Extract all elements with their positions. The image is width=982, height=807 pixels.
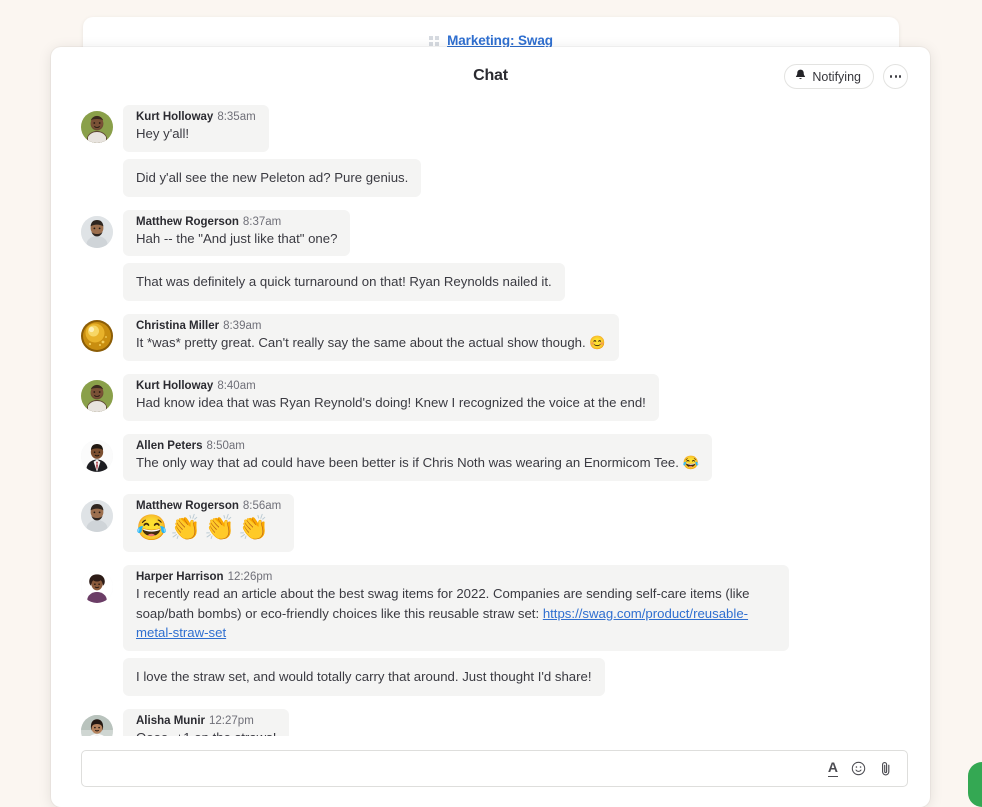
format-text-icon[interactable]: A <box>828 760 838 777</box>
more-options-button[interactable] <box>883 64 908 89</box>
message-group: Kurt Holloway 8:35amHey y'all! Did y'all s… <box>81 105 908 197</box>
message-meta: Allen Peters 8:50am <box>136 440 699 452</box>
message-bubble[interactable]: Kurt Holloway 8:40amHad know idea that wa… <box>123 374 659 421</box>
message-meta: Alisha Munir 12:27pm <box>136 715 276 727</box>
message-meta: Christina Miller 8:39am <box>136 320 606 332</box>
message-group: Matthew Rogerson 8:37amHah -- the "And ju… <box>81 210 908 302</box>
message-text: Oooo. +1 on the straws! <box>136 728 276 736</box>
message-timestamp: 8:50am <box>206 440 244 452</box>
message-text: Did y'all see the new Peleton ad? Pure g… <box>136 168 408 188</box>
message-author: Allen Peters <box>136 440 202 452</box>
message-author: Matthew Rogerson <box>136 500 239 512</box>
message-author: Christina Miller <box>136 320 219 332</box>
message-group: Kurt Holloway 8:40amHad know idea that wa… <box>81 374 908 421</box>
message-group: Harper Harrison 12:26pmI recently read an… <box>81 565 908 696</box>
message-bubbles: Alisha Munir 12:27pmOooo. +1 on the straw… <box>123 709 289 736</box>
message-text: The only way that ad could have been bet… <box>136 453 699 473</box>
message-bubbles: Christina Miller 8:39amIt *was* pretty gr… <box>123 314 619 361</box>
chat-panel: Chat Notifying Ku <box>51 47 930 807</box>
message-timestamp: 8:35am <box>217 111 255 123</box>
avatar[interactable] <box>81 320 113 352</box>
message-author: Matthew Rogerson <box>136 216 239 228</box>
attachment-icon[interactable] <box>879 761 893 777</box>
avatar[interactable] <box>81 216 113 248</box>
message-text: That was definitely a quick turnaround o… <box>136 272 552 292</box>
page-title: Chat <box>473 67 508 85</box>
ellipsis-icon <box>895 75 897 78</box>
message-text: 😂👏👏👏 <box>136 513 281 544</box>
message-text: I recently read an article about the bes… <box>136 584 776 643</box>
message-bubble[interactable]: Did y'all see the new Peleton ad? Pure g… <box>123 159 421 197</box>
ellipsis-icon <box>899 75 901 78</box>
header-actions: Notifying <box>784 64 908 89</box>
message-input[interactable] <box>82 752 828 785</box>
message-bubbles: Kurt Holloway 8:40amHad know idea that wa… <box>123 374 659 421</box>
message-bubbles: Matthew Rogerson 8:37amHah -- the "And ju… <box>123 210 565 302</box>
ellipsis-icon <box>890 75 892 78</box>
avatar[interactable] <box>81 440 113 472</box>
bell-icon <box>795 69 806 84</box>
message-author: Kurt Holloway <box>136 380 213 392</box>
message-timestamp: 8:40am <box>217 380 255 392</box>
message-group: Christina Miller 8:39amIt *was* pretty gr… <box>81 314 908 361</box>
chat-header: Chat Notifying <box>51 47 930 105</box>
message-meta: Matthew Rogerson 8:56am <box>136 500 281 512</box>
message-list[interactable]: Kurt Holloway 8:35amHey y'all! Did y'all s… <box>51 105 930 736</box>
message-text: I love the straw set, and would totally … <box>136 667 592 687</box>
message-bubbles: Harper Harrison 12:26pmI recently read an… <box>123 565 789 696</box>
green-edge-widget[interactable] <box>968 762 982 807</box>
message-meta: Kurt Holloway 8:35am <box>136 111 256 123</box>
message-bubbles: Allen Peters 8:50amThe only way that ad c… <box>123 434 712 481</box>
notifying-button-label: Notifying <box>812 70 861 84</box>
avatar[interactable] <box>81 500 113 532</box>
message-author: Alisha Munir <box>136 715 205 727</box>
avatar[interactable] <box>81 380 113 412</box>
message-text: Had know idea that was Ryan Reynold's do… <box>136 393 646 413</box>
message-timestamp: 12:26pm <box>228 571 273 583</box>
message-timestamp: 8:39am <box>223 320 261 332</box>
breadcrumb-link-marketing-swag[interactable]: Marketing: Swag <box>447 33 553 48</box>
message-bubble[interactable]: Matthew Rogerson 8:56am😂👏👏👏 <box>123 494 294 552</box>
message-meta: Harper Harrison 12:26pm <box>136 571 776 583</box>
message-timestamp: 8:37am <box>243 216 281 228</box>
grid-icon <box>429 36 440 47</box>
avatar[interactable] <box>81 111 113 143</box>
message-author: Kurt Holloway <box>136 111 213 123</box>
message-bubbles: Matthew Rogerson 8:56am😂👏👏👏 <box>123 494 294 552</box>
message-bubble[interactable]: Harper Harrison 12:26pmI recently read an… <box>123 565 789 651</box>
message-bubble[interactable]: I love the straw set, and would totally … <box>123 658 605 696</box>
message-bubble[interactable]: Kurt Holloway 8:35amHey y'all! <box>123 105 269 152</box>
message-text: It *was* pretty great. Can't really say … <box>136 333 606 353</box>
message-group: Matthew Rogerson 8:56am😂👏👏👏 <box>81 494 908 552</box>
message-meta: Matthew Rogerson 8:37am <box>136 216 337 228</box>
avatar[interactable] <box>81 571 113 603</box>
message-text: Hah -- the "And just like that" one? <box>136 229 337 249</box>
message-bubble[interactable]: Allen Peters 8:50amThe only way that ad c… <box>123 434 712 481</box>
message-group: Alisha Munir 12:27pmOooo. +1 on the straw… <box>81 709 908 736</box>
message-bubbles: Kurt Holloway 8:35amHey y'all! Did y'all s… <box>123 105 421 197</box>
message-timestamp: 12:27pm <box>209 715 254 727</box>
message-text: Hey y'all! <box>136 124 256 144</box>
composer-area: A <box>51 736 930 807</box>
emoji-icon[interactable] <box>851 761 866 776</box>
notifying-button[interactable]: Notifying <box>784 64 874 89</box>
composer-tools: A <box>828 760 907 777</box>
message-composer[interactable]: A <box>81 750 908 787</box>
message-timestamp: 8:56am <box>243 500 281 512</box>
message-author: Harper Harrison <box>136 571 224 583</box>
message-group: Allen Peters 8:50amThe only way that ad c… <box>81 434 908 481</box>
message-bubble[interactable]: Matthew Rogerson 8:37amHah -- the "And ju… <box>123 210 350 257</box>
avatar[interactable] <box>81 715 113 736</box>
message-meta: Kurt Holloway 8:40am <box>136 380 646 392</box>
message-bubble[interactable]: That was definitely a quick turnaround o… <box>123 263 565 301</box>
message-bubble[interactable]: Alisha Munir 12:27pmOooo. +1 on the straw… <box>123 709 289 736</box>
message-bubble[interactable]: Christina Miller 8:39amIt *was* pretty gr… <box>123 314 619 361</box>
